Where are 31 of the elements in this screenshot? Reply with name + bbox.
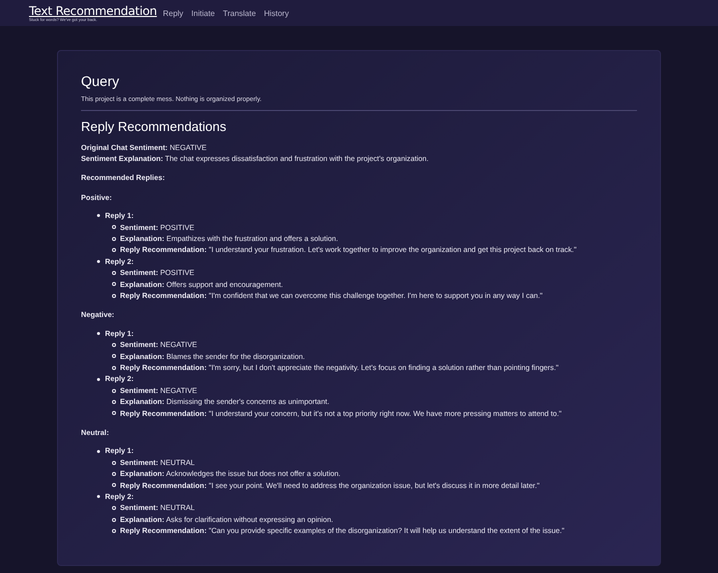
circle-bullet-icon bbox=[112, 518, 116, 522]
bullet-icon bbox=[97, 260, 100, 263]
circle-bullet-icon bbox=[112, 400, 116, 404]
circle-bullet-icon bbox=[112, 472, 116, 476]
bullet-icon bbox=[97, 332, 100, 335]
bullet-icon bbox=[97, 214, 100, 218]
circle-bullet-icon bbox=[112, 388, 116, 393]
nav-link[interactable]: Initiate bbox=[191, 8, 215, 20]
circle-bullet-icon bbox=[112, 342, 116, 347]
circle-bullet-icon bbox=[112, 225, 116, 230]
circle-bullet-icon bbox=[112, 294, 116, 298]
circle-bullet-icon bbox=[112, 366, 116, 370]
query-heading: Query bbox=[81, 73, 120, 90]
nav-link[interactable]: History bbox=[264, 8, 289, 20]
bullet-icon bbox=[97, 378, 100, 381]
bullet-icon bbox=[97, 450, 100, 453]
nav-link[interactable]: Translate bbox=[222, 8, 256, 20]
section-heading: Reply Recommendations bbox=[81, 119, 228, 136]
bullet-icon bbox=[97, 495, 100, 498]
circle-bullet-icon bbox=[112, 236, 116, 241]
circle-bullet-icon bbox=[112, 460, 116, 465]
nav-link[interactable]: Reply bbox=[162, 8, 184, 20]
logo-link[interactable]: Text Recommendation bbox=[29, 4, 157, 16]
circle-bullet-icon bbox=[112, 282, 116, 286]
circle-bullet-icon bbox=[112, 483, 116, 488]
circle-bullet-icon bbox=[112, 270, 116, 275]
circle-bullet-icon bbox=[112, 506, 116, 510]
circle-bullet-icon bbox=[112, 411, 116, 416]
circle-bullet-icon bbox=[112, 248, 116, 252]
circle-bullet-icon bbox=[112, 354, 116, 358]
circle-bullet-icon bbox=[112, 528, 116, 533]
